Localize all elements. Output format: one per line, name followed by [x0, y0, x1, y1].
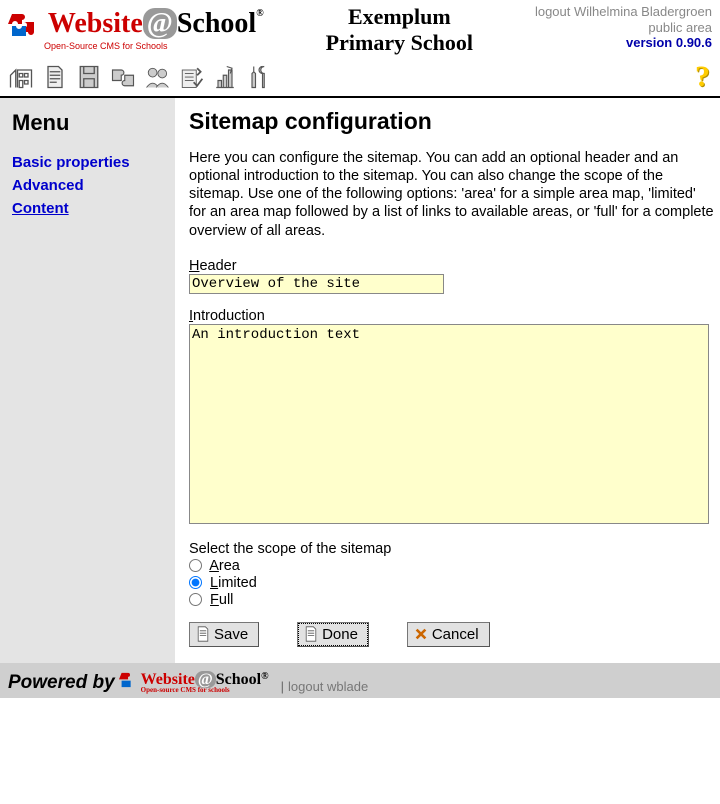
save-doc-icon — [196, 626, 210, 642]
done-doc-icon — [304, 626, 318, 642]
modules-icon[interactable] — [108, 63, 138, 91]
stats-icon[interactable] — [210, 63, 240, 91]
logo-word-2: School — [177, 8, 256, 39]
header-right: logout Wilhelmina Bladergroen public are… — [535, 4, 712, 51]
save-icon[interactable] — [74, 63, 104, 91]
page-title: Sitemap configuration — [189, 108, 714, 135]
footer: Powered by Website@School® Open-source C… — [0, 663, 720, 698]
toolbar: ? — [0, 58, 720, 98]
config-icon[interactable] — [176, 63, 206, 91]
scope-option-full[interactable]: Full — [189, 592, 714, 608]
site-title-line1: Exemplum — [264, 4, 535, 30]
site-title: Exemplum Primary School — [264, 4, 535, 56]
logo-word-1: Website — [48, 8, 143, 39]
done-button[interactable]: Done — [297, 622, 369, 647]
scope-radio-limited[interactable] — [189, 576, 202, 589]
puzzle-icon — [8, 8, 42, 45]
scope-radio-full[interactable] — [189, 593, 202, 606]
help-icon[interactable]: ? — [695, 60, 714, 94]
powered-by-text: Powered by — [8, 672, 115, 694]
tools-icon[interactable] — [244, 63, 274, 91]
logout-link[interactable]: logout Wilhelmina Bladergroen — [535, 4, 712, 20]
accounts-icon[interactable] — [142, 63, 172, 91]
header: Website@School® Open-Source CMS for Scho… — [0, 0, 720, 58]
footer-puzzle-icon — [119, 669, 141, 694]
scope-option-limited[interactable]: Limited — [189, 575, 714, 591]
introduction-label: Introduction — [189, 308, 714, 324]
logo[interactable]: Website@School® Open-Source CMS for Scho… — [8, 4, 264, 51]
sidebar-item-advanced[interactable]: Advanced — [12, 177, 165, 194]
sidebar-item-content[interactable]: Content — [12, 200, 165, 217]
header-input[interactable] — [189, 274, 444, 294]
main: Menu Basic properties Advanced Content S… — [0, 98, 720, 663]
button-bar: Save Done Cancel — [189, 622, 714, 647]
sidebar: Menu Basic properties Advanced Content — [0, 98, 175, 663]
logo-subtitle: Open-Source CMS for Schools — [44, 41, 264, 51]
scope-option-area[interactable]: Area — [189, 558, 714, 574]
footer-logout-link[interactable]: logout wblade — [288, 679, 368, 694]
content: Sitemap configuration Here you can confi… — [175, 98, 720, 663]
area-link[interactable]: public area — [535, 20, 712, 36]
introduction-textarea[interactable] — [189, 324, 709, 524]
footer-logo[interactable]: Website@School® Open-source CMS for scho… — [141, 671, 269, 694]
page-icon[interactable] — [40, 63, 70, 91]
sidebar-item-basic[interactable]: Basic properties — [12, 154, 165, 171]
cancel-button[interactable]: Cancel — [407, 622, 490, 647]
header-label: Header — [189, 258, 714, 274]
cancel-x-icon — [414, 626, 428, 642]
sidebar-heading: Menu — [12, 110, 165, 136]
logo-at: @ — [143, 8, 177, 39]
save-button[interactable]: Save — [189, 622, 259, 647]
intro-text: Here you can configure the sitemap. You … — [189, 149, 714, 240]
footer-separator: | — [281, 679, 284, 694]
home-icon[interactable] — [6, 63, 36, 91]
scope-radio-area[interactable] — [189, 559, 202, 572]
site-title-line2: Primary School — [264, 30, 535, 56]
version-text: version 0.90.6 — [535, 35, 712, 51]
scope-legend: Select the scope of the sitemap — [189, 541, 714, 557]
